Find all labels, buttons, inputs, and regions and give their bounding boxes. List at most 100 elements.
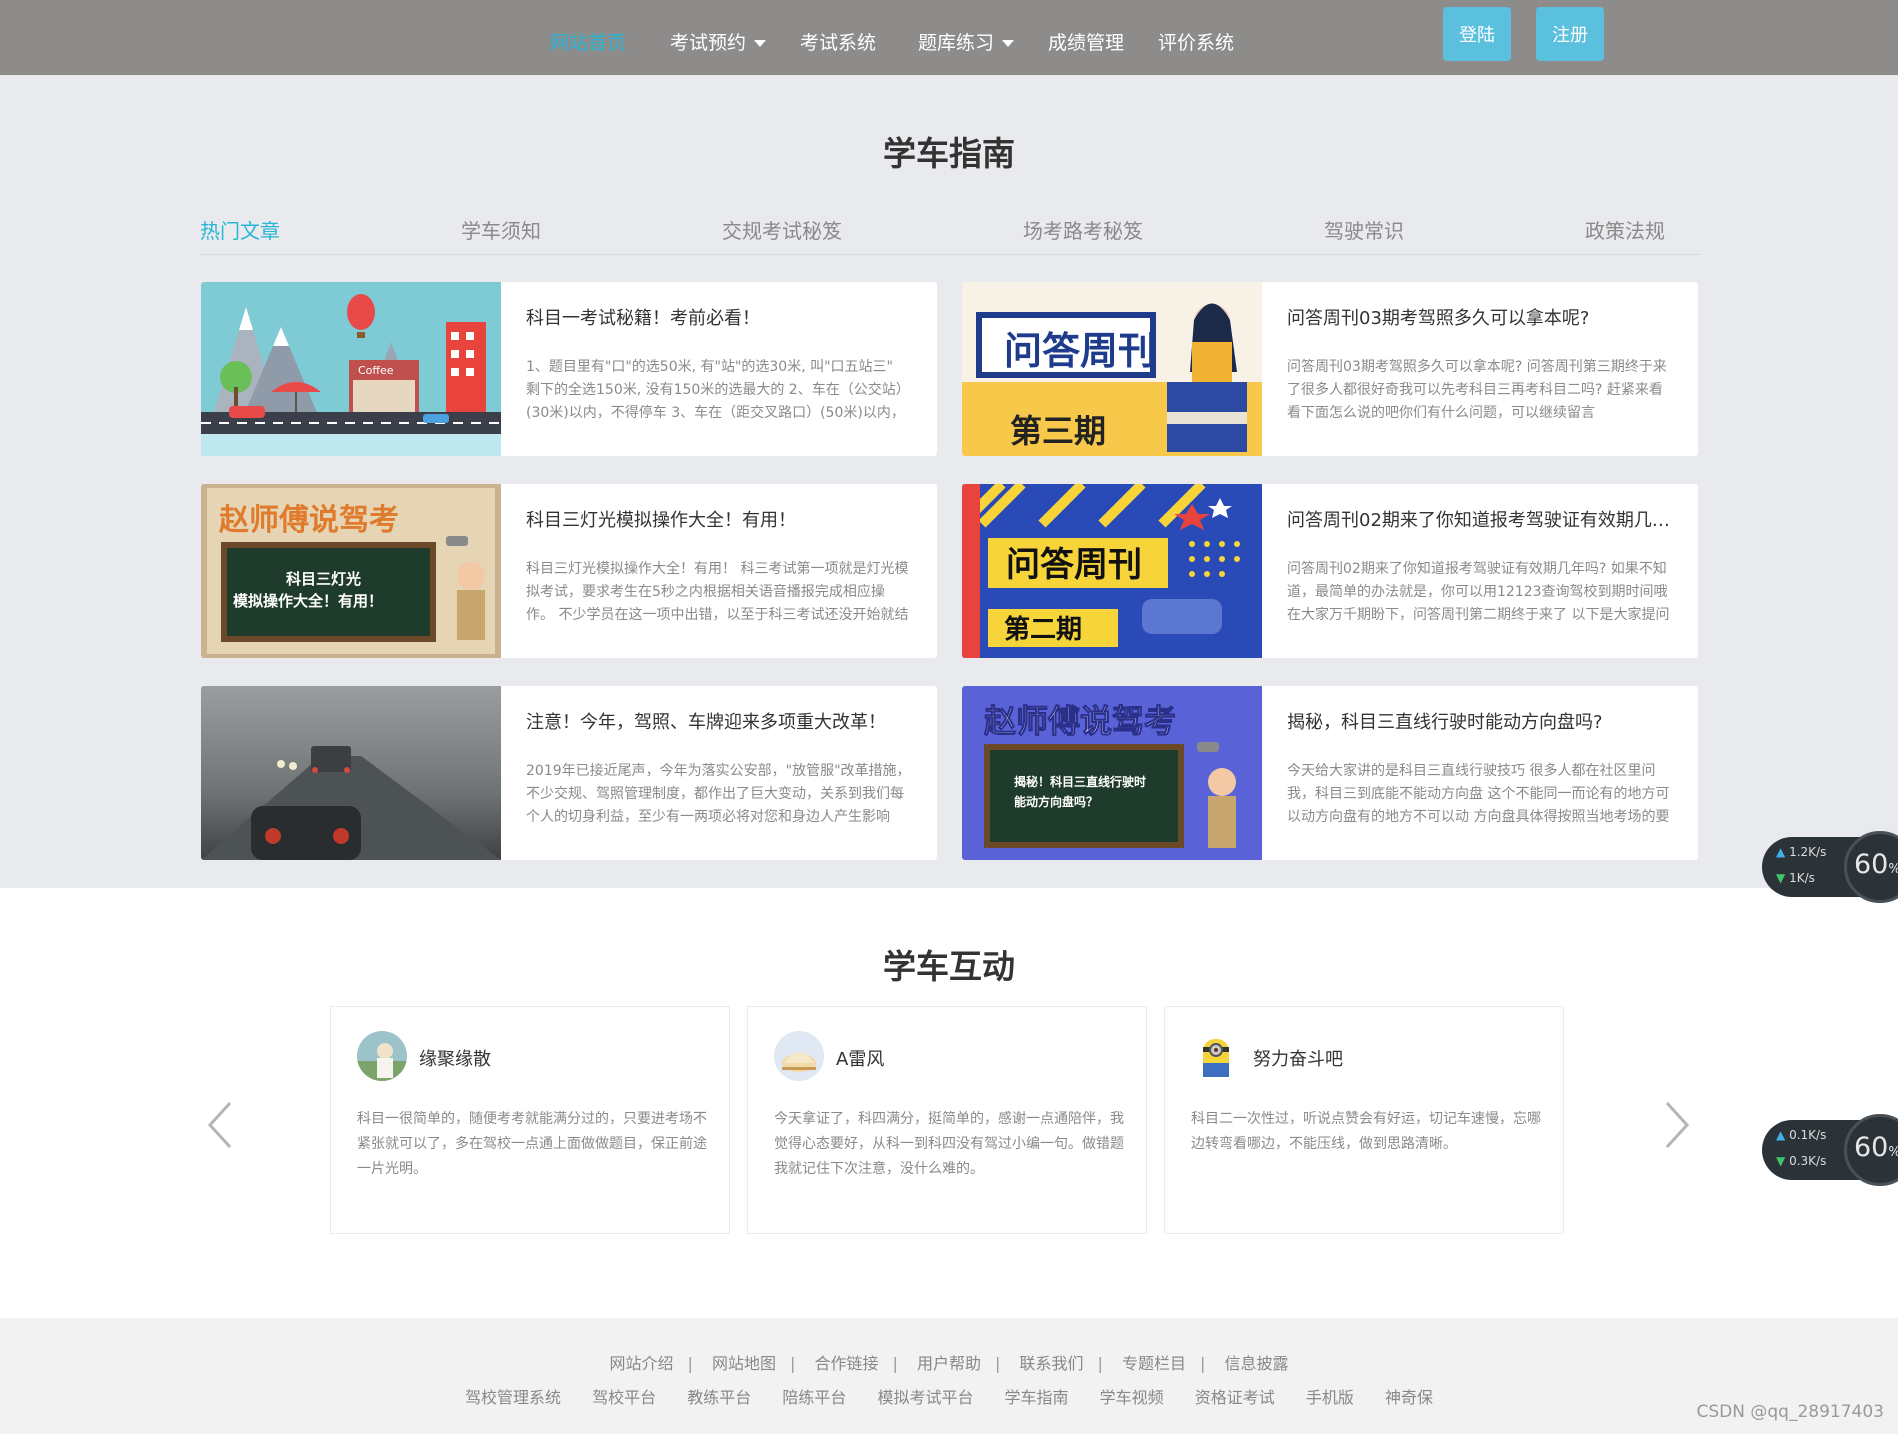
avatar xyxy=(357,1031,407,1081)
footer-link[interactable]: 网站介绍 xyxy=(609,1350,673,1374)
footer-links-primary: 网站介绍 | 网站地图 | 合作链接 | 用户帮助 | 联系我们 | 专题栏目 | 信息披露 xyxy=(0,1350,1898,1374)
footer-link[interactable]: 合作链接 xyxy=(814,1350,878,1374)
weekly-qa-label: 问答周刊 xyxy=(1004,329,1156,373)
article-card[interactable]: 注意！今年，驾照、车牌迎来多项重大改革！ 2019年已接近尾声，今年为落实公安部… xyxy=(201,686,937,860)
nav-exam-booking[interactable]: 考试预约 xyxy=(670,28,767,55)
footer: 网站介绍 | 网站地图 | 合作链接 | 用户帮助 | 联系我们 | 专题栏目 | 信息披露… xyxy=(0,1318,1898,1434)
tab-driving-knowledge[interactable]: 驾驶常识 xyxy=(1324,215,1404,244)
footer-link[interactable]: 手机版 xyxy=(1306,1384,1354,1408)
carousel-prev-button[interactable] xyxy=(200,1095,240,1155)
chevron-left-icon xyxy=(207,1101,232,1149)
footer-link[interactable]: 驾校平台 xyxy=(592,1384,656,1408)
usage-percent-value: 60 xyxy=(1854,1132,1889,1163)
tab-hot-articles[interactable]: 热门文章 xyxy=(200,215,280,244)
comment-user: 缘聚缘散 xyxy=(419,1049,491,1070)
chevron-right-icon xyxy=(1665,1101,1690,1149)
weekly-qa-issue2-image: 问答周刊 第二期 xyxy=(962,484,1262,658)
footer-separator: | xyxy=(1200,1354,1206,1373)
zhao-lights-chalkboard-image: 赵师傅说驾考 科目三灯光 模拟操作大全！有用！ xyxy=(201,484,501,658)
article-card[interactable]: 赵师傅说驾考 科目三灯光 模拟操作大全！有用！ 科目三灯光模拟操作大全！有用！ … xyxy=(201,484,937,658)
article-card[interactable]: Coffee 科目一考试秘籍！考前必看！ 1、题目里有"口"的选50米, 有"站… xyxy=(201,282,937,456)
footer-link[interactable]: 神奇保 xyxy=(1385,1384,1433,1408)
article-title[interactable]: 揭秘，科目三直线行驶时能动方向盘吗? xyxy=(1287,708,1672,734)
chevron-down-icon xyxy=(754,40,767,47)
speed-unit: K/s xyxy=(1796,871,1815,885)
usage-percent: 60% xyxy=(1854,1132,1898,1163)
footer-separator: | xyxy=(687,1354,693,1373)
footer-link[interactable]: 教练平台 xyxy=(687,1384,751,1408)
top-navbar: 网站首页 考试预约 考试系统 题库练习 成绩管理 评价系统 登陆 注册 xyxy=(0,0,1898,75)
upload-speed: ▲ 1.2K/s xyxy=(1776,845,1826,859)
nav-question-bank[interactable]: 题库练习 xyxy=(918,28,1015,55)
article-title[interactable]: 问答周刊03期考驾照多久可以拿本呢? xyxy=(1287,304,1672,330)
footer-link[interactable]: 学车视频 xyxy=(1100,1384,1164,1408)
footer-separator: | xyxy=(892,1354,898,1373)
zhao-banner: 赵师傅说驾考 xyxy=(219,503,399,538)
tab-road-exam-tips[interactable]: 场考路考秘笈 xyxy=(1023,215,1143,244)
comment-user: 努力奋斗吧 xyxy=(1253,1049,1343,1070)
footer-link[interactable]: 用户帮助 xyxy=(917,1350,981,1374)
interaction-title: 学车互动 xyxy=(883,947,1015,986)
footer-link[interactable]: 网站地图 xyxy=(712,1350,776,1374)
footer-link[interactable]: 信息披露 xyxy=(1224,1350,1288,1374)
footer-link[interactable]: 专题栏目 xyxy=(1122,1350,1186,1374)
usage-percent: 60% xyxy=(1854,849,1898,880)
footer-links-platforms: 驾校管理系统 驾校平台 教练平台 陪练平台 模拟考试平台 学车指南 学车视频 资… xyxy=(0,1384,1898,1408)
article-card[interactable]: 问答周刊 第二期 问答周刊02期来了你知道报考驾驶证有效期几年吗？ 问答周刊02… xyxy=(962,484,1698,658)
percent-sign: % xyxy=(1888,862,1898,877)
svg-text:模拟操作大全！有用！: 模拟操作大全！有用！ xyxy=(233,592,383,610)
foggy-highway-photo xyxy=(201,686,501,860)
issue-label: 第二期 xyxy=(1004,614,1082,645)
article-card[interactable]: 问答周刊 第三期 问答周刊03期考驾照多久可以拿本呢? 问答周刊03期考驾照多久… xyxy=(962,282,1698,456)
comment-text: 科目二一次性过，听说点赞会有好运，切记车速慢，忘哪边转弯看哪边，不能压线，做到思… xyxy=(1191,1111,1541,1152)
download-value: 0.3 xyxy=(1789,1154,1809,1168)
speed-unit: K/s xyxy=(1808,1128,1827,1142)
speed-unit: K/s xyxy=(1808,845,1827,859)
article-title[interactable]: 科目三灯光模拟操作大全！有用！ xyxy=(526,506,911,532)
footer-link[interactable]: 联系我们 xyxy=(1019,1350,1083,1374)
svg-text:科目三灯光: 科目三灯光 xyxy=(286,570,361,588)
article-summary: 1、题目里有"口"的选50米, 有"站"的选30米, 叫"口五站三" 剩下的全选… xyxy=(526,359,910,421)
footer-link[interactable]: 陪练平台 xyxy=(782,1384,846,1408)
network-speed-widget[interactable]: ▲ 1.2K/s ▼ 1K/s 60% xyxy=(1762,831,1898,903)
register-button[interactable]: 注册 xyxy=(1536,7,1604,61)
article-title[interactable]: 科目一考试秘籍！考前必看！ xyxy=(526,304,911,330)
percent-sign: % xyxy=(1888,1145,1898,1160)
guide-tabs: 热门文章 学车须知 交规考试秘笈 场考路考秘笈 驾驶常识 政策法规 xyxy=(200,215,1700,255)
article-summary: 科目三灯光模拟操作大全！有用！ 科三考试第一项就是灯光模拟考试，要求考生在5秒之… xyxy=(526,561,909,623)
nav-evaluation[interactable]: 评价系统 xyxy=(1158,28,1234,55)
issue-label: 第三期 xyxy=(1010,412,1106,450)
usage-percent-value: 60 xyxy=(1854,849,1889,880)
article-card[interactable]: 赵师傅说驾考 揭秘！科目三直线行驶时 能动方向盘吗？ 揭秘，科目三直线行驶时能动… xyxy=(962,686,1698,860)
footer-link[interactable]: 驾校管理系统 xyxy=(465,1384,561,1408)
footer-link[interactable]: 模拟考试平台 xyxy=(877,1384,973,1408)
arrow-up-icon: ▲ xyxy=(1776,1128,1786,1142)
article-title[interactable]: 问答周刊02期来了你知道报考驾驶证有效期几年吗？ xyxy=(1287,506,1672,532)
nav-scores[interactable]: 成绩管理 xyxy=(1048,28,1124,55)
article-summary: 问答周刊02期来了你知道报考驾驶证有效期几年吗? 如果不知道，最简单的办法就是，… xyxy=(1287,561,1670,623)
nav-question-bank-label: 题库练习 xyxy=(918,32,995,54)
comment-card[interactable]: 努力奋斗吧 科目二一次性过，听说点赞会有好运，切记车速慢，忘哪边转弯看哪边，不能… xyxy=(1164,1006,1564,1234)
nav-home[interactable]: 网站首页 xyxy=(550,28,626,55)
csdn-watermark: CSDN @qq_28917403 xyxy=(1696,1402,1884,1422)
speed-unit: K/s xyxy=(1808,1154,1827,1168)
article-summary: 2019年已接近尾声，今年为落实公安部，"放管服"改革措施，不少交规、驾照管理制… xyxy=(526,763,911,825)
tab-learning-notes[interactable]: 学车须知 xyxy=(461,215,541,244)
svg-text:能动方向盘吗？: 能动方向盘吗？ xyxy=(1014,794,1098,809)
zhao-steering-chalkboard-image: 赵师傅说驾考 揭秘！科目三直线行驶时 能动方向盘吗？ xyxy=(962,686,1262,860)
tab-traffic-exam-tips[interactable]: 交规考试秘笈 xyxy=(722,215,842,244)
footer-link[interactable]: 资格证考试 xyxy=(1195,1384,1275,1408)
download-speed: ▼ 1K/s xyxy=(1776,871,1815,885)
nav-exam-system[interactable]: 考试系统 xyxy=(800,28,876,55)
login-button[interactable]: 登陆 xyxy=(1443,7,1511,61)
tab-policies[interactable]: 政策法规 xyxy=(1585,215,1665,244)
network-speed-widget[interactable]: ▲ 0.1K/s ▼ 0.3K/s 60% xyxy=(1762,1114,1898,1186)
carousel-next-button[interactable] xyxy=(1657,1095,1697,1155)
guide-section: 学车指南 热门文章 学车须知 交规考试秘笈 场考路考秘笈 驾驶常识 政策法规 C… xyxy=(0,75,1898,888)
footer-link[interactable]: 学车指南 xyxy=(1005,1384,1069,1408)
comment-card[interactable]: A雷风 今天拿证了，科四满分，挺简单的，感谢一点通陪伴，我觉得心态要好，从科一到… xyxy=(747,1006,1147,1234)
article-title[interactable]: 注意！今年，驾照、车牌迎来多项重大改革！ xyxy=(526,708,911,734)
comment-card[interactable]: 缘聚缘散 科目一很简单的，随便考考就能满分过的，只要进考场不紧张就可以了，多在驾… xyxy=(330,1006,730,1234)
article-summary: 问答周刊03期考驾照多久可以拿本呢? 问答周刊第三期终于来了很多人都很好奇我可以… xyxy=(1287,359,1667,421)
upload-speed: ▲ 0.1K/s xyxy=(1776,1128,1826,1142)
